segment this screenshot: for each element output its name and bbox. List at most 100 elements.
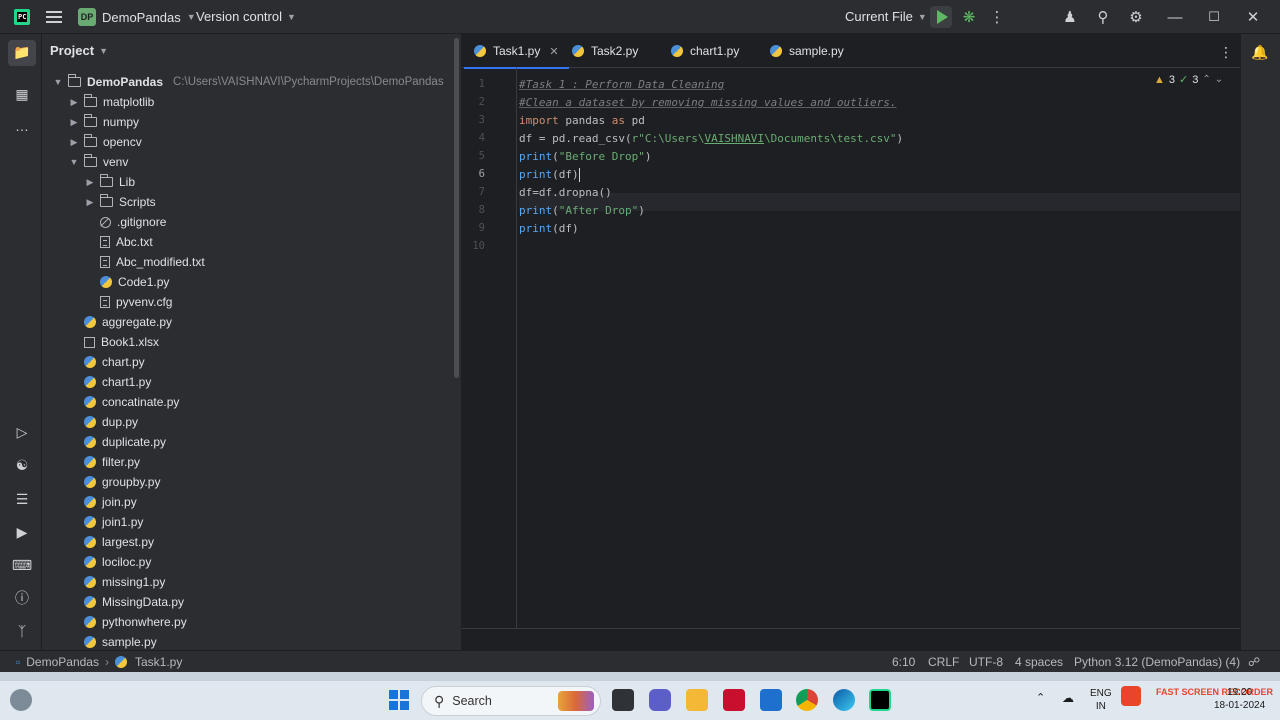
- chevron-collapsed-icon[interactable]: ▶: [84, 177, 96, 188]
- settings-gear-icon[interactable]: ⚙: [1127, 8, 1145, 26]
- project-switcher[interactable]: DP DemoPandas ▼: [78, 7, 196, 27]
- tree-item[interactable]: Abc.txt: [84, 232, 153, 252]
- tree-item[interactable]: sample.py: [68, 632, 157, 650]
- git-branch-icon[interactable]: ᛉ: [12, 621, 32, 641]
- close-icon[interactable]: ✕: [1244, 8, 1262, 26]
- mcafee-icon[interactable]: [723, 689, 745, 711]
- tree-item[interactable]: ▼ venv: [68, 152, 128, 172]
- microsoft-store-icon[interactable]: [760, 689, 782, 711]
- chevron-up-icon[interactable]: ⌃: [1202, 74, 1210, 85]
- layers-icon[interactable]: ☰: [12, 489, 32, 509]
- search-icon[interactable]: ⚲: [1094, 8, 1112, 26]
- task-view-icon[interactable]: [612, 689, 634, 711]
- run-configuration-selector[interactable]: Current File ▼: [845, 9, 927, 24]
- tab-options-icon[interactable]: ⋮: [1219, 44, 1233, 61]
- breadcrumb-project[interactable]: DemoPandas: [26, 655, 99, 669]
- chevron-down-icon[interactable]: ⌄: [1215, 74, 1223, 85]
- tab-chart1[interactable]: chart1.py: [671, 34, 739, 68]
- editor-horizontal-scrollbar[interactable]: [462, 628, 1240, 650]
- tree-item[interactable]: ▶ Scripts: [84, 192, 156, 212]
- indent-setting[interactable]: 4 spaces: [1015, 655, 1063, 669]
- pycharm-logo-icon[interactable]: PC: [14, 9, 30, 25]
- code-line-2[interactable]: #Clean a dataset by removing missing val…: [519, 94, 897, 112]
- tree-item[interactable]: .gitignore: [84, 212, 166, 232]
- tree-root-demopandas[interactable]: ▼ DemoPandas C:\Users\VAISHNAVI\PycharmP…: [52, 72, 444, 92]
- run-tool-icon[interactable]: ▷: [12, 422, 32, 442]
- main-menu-icon[interactable]: [46, 9, 62, 25]
- teams-chat-icon[interactable]: [649, 689, 671, 711]
- tree-item[interactable]: aggregate.py: [68, 312, 172, 332]
- edge-icon[interactable]: [833, 689, 855, 711]
- tree-item[interactable]: pyvenv.cfg: [84, 292, 172, 312]
- tree-item[interactable]: groupby.py: [68, 472, 160, 492]
- chevron-collapsed-icon[interactable]: ▶: [84, 197, 96, 208]
- problems-icon[interactable]: ⓘ: [12, 588, 32, 608]
- chevron-expanded-icon[interactable]: ▼: [52, 77, 64, 87]
- file-encoding[interactable]: UTF-8: [969, 655, 1003, 669]
- tree-item[interactable]: Code1.py: [84, 272, 169, 292]
- taskbar-clock[interactable]: 19:20 18-01-2024: [1214, 686, 1265, 712]
- tree-item[interactable]: dup.py: [68, 412, 138, 432]
- line-separator[interactable]: CRLF: [928, 655, 959, 669]
- tab-task1[interactable]: Task1.py ✕: [464, 34, 569, 69]
- project-panel-header[interactable]: Project ▼: [50, 43, 108, 58]
- code-line-3[interactable]: import pandas as pd: [519, 112, 645, 130]
- tree-item[interactable]: chart.py: [68, 352, 145, 372]
- tree-item[interactable]: largest.py: [68, 532, 154, 552]
- terminal-icon[interactable]: ⌨: [12, 555, 32, 575]
- project-folder-icon[interactable]: 📁: [12, 42, 32, 62]
- breadcrumb-file[interactable]: Task1.py: [135, 655, 182, 669]
- code-editor[interactable]: #Task 1 : Perform Data Cleaning #Clean a…: [519, 68, 1280, 628]
- tree-item[interactable]: missing1.py: [68, 572, 165, 592]
- onedrive-cloud-icon[interactable]: ☁: [1062, 692, 1074, 705]
- python-console-icon[interactable]: ☯: [12, 455, 32, 475]
- chevron-collapsed-icon[interactable]: ▶: [68, 117, 80, 128]
- close-tab-icon[interactable]: ✕: [549, 45, 558, 58]
- inspection-widget[interactable]: ▲ 3 ✓ 3 ⌃ ⌄: [1154, 73, 1223, 87]
- windows-start-icon[interactable]: [389, 690, 409, 710]
- chevron-collapsed-icon[interactable]: ▶: [68, 97, 80, 108]
- tree-item[interactable]: duplicate.py: [68, 432, 166, 452]
- read-only-lock-icon[interactable]: ☍: [1248, 655, 1260, 669]
- add-user-icon[interactable]: ♟: [1061, 8, 1079, 26]
- chevron-expanded-icon[interactable]: ▼: [68, 157, 80, 167]
- tree-item[interactable]: concatinate.py: [68, 392, 179, 412]
- code-line-4[interactable]: df = pd.read_csv(r"C:\Users\VAISHNAVI\Do…: [519, 130, 903, 148]
- services-icon[interactable]: ▶: [12, 522, 32, 542]
- version-control-menu[interactable]: Version control ▼: [196, 9, 296, 24]
- tab-task2[interactable]: Task2.py: [572, 34, 638, 68]
- tree-item[interactable]: ▶ opencv: [68, 132, 142, 152]
- tree-item[interactable]: ▶ numpy: [68, 112, 139, 132]
- language-indicator[interactable]: ENG IN: [1090, 687, 1112, 713]
- tree-item[interactable]: join1.py: [68, 512, 143, 532]
- widgets-weather-icon[interactable]: [10, 689, 32, 711]
- more-tools-icon[interactable]: …: [12, 116, 32, 136]
- tree-item[interactable]: filter.py: [68, 452, 140, 472]
- project-panel-scrollbar[interactable]: [454, 38, 459, 378]
- tree-item[interactable]: pythonwhere.py: [68, 612, 187, 632]
- tab-sample[interactable]: sample.py: [770, 34, 844, 68]
- run-button[interactable]: [930, 6, 952, 28]
- chevron-collapsed-icon[interactable]: ▶: [68, 137, 80, 148]
- show-hidden-icons-chevron[interactable]: ⌃: [1036, 692, 1045, 705]
- code-line-9[interactable]: print(df): [519, 220, 579, 238]
- tree-item[interactable]: Book1.xlsx: [68, 332, 159, 352]
- tree-item[interactable]: ▶ matplotlib: [68, 92, 154, 112]
- maximize-icon[interactable]: ☐: [1205, 8, 1223, 26]
- code-line-8[interactable]: print("After Drop"): [519, 202, 645, 220]
- debug-icon[interactable]: ❋: [960, 8, 978, 26]
- file-explorer-icon[interactable]: [686, 689, 708, 711]
- code-line-6[interactable]: print(df): [519, 166, 580, 184]
- notifications-bell-icon[interactable]: 🔔: [1250, 42, 1270, 62]
- breadcrumb[interactable]: ▫ DemoPandas › Task1.py: [16, 655, 182, 669]
- python-interpreter[interactable]: Python 3.12 (DemoPandas) (4): [1074, 655, 1240, 669]
- code-line-5[interactable]: print("Before Drop"): [519, 148, 651, 166]
- pycharm-taskbar-icon[interactable]: [869, 689, 891, 711]
- taskbar-search[interactable]: ⚲ Search: [421, 686, 601, 716]
- structure-icon[interactable]: ▦: [12, 84, 32, 104]
- more-actions-icon[interactable]: ⋮: [988, 8, 1006, 26]
- code-line-7[interactable]: df=df.dropna(): [519, 184, 612, 202]
- tree-item[interactable]: Abc_modified.txt: [84, 252, 205, 272]
- chrome-icon[interactable]: [796, 689, 818, 711]
- code-line-1[interactable]: #Task 1 : Perform Data Cleaning: [519, 76, 724, 94]
